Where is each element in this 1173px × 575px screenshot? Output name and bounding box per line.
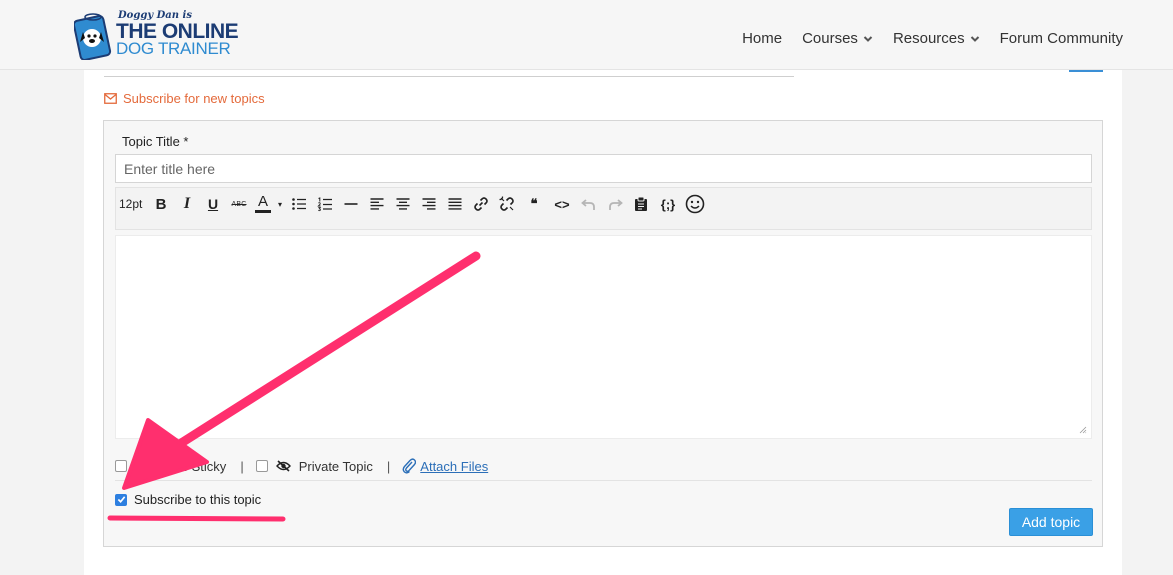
envelope-icon — [104, 93, 117, 104]
bold-button[interactable]: B — [148, 193, 174, 215]
main-nav: Home Courses Resources Forum Community — [742, 30, 1123, 47]
align-right-icon — [422, 198, 436, 210]
options-separator: | — [386, 458, 391, 474]
bullet-list-icon — [292, 198, 306, 210]
subscribe-topic-label: Subscribe to this topic — [134, 492, 262, 507]
site-header: Doggy Dan is THE ONLINE DOG TRAINER Home… — [0, 0, 1173, 70]
private-checkbox[interactable] — [255, 460, 268, 472]
italic-button[interactable]: I — [174, 193, 200, 215]
divider-line — [104, 76, 794, 77]
redo-icon — [609, 199, 623, 210]
logo-line-2: DOG TRAINER — [116, 39, 231, 58]
nav-home-label: Home — [742, 30, 783, 47]
chevron-down-icon — [863, 35, 873, 42]
strikethrough-button[interactable]: ABC — [226, 193, 252, 215]
emoji-button[interactable] — [682, 193, 708, 215]
text-color-dropdown[interactable]: ▾ — [274, 193, 286, 215]
font-size-button[interactable]: 12pt — [118, 193, 148, 215]
sticky-option: ! Topic Sticky — [115, 458, 226, 474]
clipboard-icon — [635, 196, 647, 211]
editor-toolbar: 12pt B I U ABC A ▾ ❝ <> {;} — [115, 187, 1092, 230]
smiley-icon — [685, 194, 705, 214]
private-option: Private Topic — [255, 458, 373, 474]
redo-button[interactable] — [602, 193, 628, 215]
nav-courses-label: Courses — [802, 30, 858, 47]
nav-resources-label: Resources — [892, 30, 965, 47]
subscribe-topic-option: Subscribe to this topic — [115, 492, 261, 507]
add-topic-button[interactable]: Add topic — [1009, 508, 1093, 536]
source-code-button[interactable]: <> — [548, 193, 576, 215]
unlink-icon — [499, 196, 514, 211]
underline-button[interactable]: U — [200, 193, 226, 215]
numbered-list-icon — [317, 197, 332, 212]
topic-options-row: ! Topic Sticky | Private Topic | Attach … — [115, 454, 1092, 478]
checkmark-icon — [117, 496, 125, 503]
text-color-button[interactable]: A — [252, 193, 274, 215]
eye-slash-icon — [275, 460, 291, 472]
remove-link-button[interactable] — [494, 193, 520, 215]
paste-button[interactable] — [628, 193, 654, 215]
options-divider — [115, 480, 1092, 481]
topic-title-input[interactable] — [115, 154, 1092, 183]
shortcode-button[interactable]: {;} — [654, 193, 682, 215]
horizontal-rule-button[interactable] — [338, 193, 364, 215]
align-justify-icon — [448, 198, 462, 210]
paperclip-icon — [402, 458, 417, 474]
attach-files-label: Attach Files — [420, 458, 489, 474]
horizontal-rule-icon — [344, 203, 358, 205]
text-color-label: A — [257, 193, 268, 210]
partial-button-edge — [1069, 70, 1103, 72]
subscribe-new-topics-link[interactable]: Subscribe for new topics — [104, 91, 265, 106]
link-icon — [474, 197, 488, 211]
align-center-button[interactable] — [390, 193, 416, 215]
options-separator: | — [240, 458, 244, 474]
attach-files-link[interactable]: Attach Files — [402, 458, 488, 474]
numbered-list-button[interactable] — [312, 193, 338, 215]
nav-forum-community[interactable]: Forum Community — [1000, 30, 1123, 47]
site-logo[interactable]: Doggy Dan is THE ONLINE DOG TRAINER — [72, 8, 242, 64]
private-label: Private Topic — [298, 458, 373, 474]
topic-title-label: Topic Title * — [122, 134, 189, 149]
content-panel: Subscribe for new topics Topic Title * 1… — [84, 70, 1122, 575]
new-topic-form: Topic Title * 12pt B I U ABC A ▾ — [103, 120, 1103, 547]
nav-home[interactable]: Home — [742, 30, 782, 47]
align-left-button[interactable] — [364, 193, 390, 215]
nav-resources[interactable]: Resources — [893, 30, 980, 47]
resize-handle-icon[interactable] — [1079, 426, 1087, 434]
topic-content-editor[interactable] — [115, 235, 1092, 439]
align-justify-button[interactable] — [442, 193, 468, 215]
undo-icon — [581, 199, 595, 210]
align-center-icon — [396, 198, 410, 210]
chevron-down-icon — [970, 35, 979, 42]
exclamation-icon: ! — [145, 458, 150, 474]
color-swatch — [255, 210, 271, 213]
insert-link-button[interactable] — [468, 193, 494, 215]
subscribe-new-topics-label: Subscribe for new topics — [123, 91, 265, 106]
blockquote-button[interactable]: ❝ — [520, 193, 548, 215]
align-right-button[interactable] — [416, 193, 442, 215]
subscribe-topic-checkbox[interactable] — [115, 493, 127, 506]
dog-badge-icon — [74, 13, 112, 60]
nav-courses[interactable]: Courses — [802, 30, 873, 47]
sticky-label: Topic Sticky — [157, 458, 227, 474]
sticky-checkbox[interactable] — [115, 460, 127, 472]
nav-forum-community-label: Forum Community — [999, 30, 1123, 47]
undo-button[interactable] — [576, 193, 602, 215]
bullet-list-button[interactable] — [286, 193, 312, 215]
align-left-icon — [370, 198, 384, 210]
